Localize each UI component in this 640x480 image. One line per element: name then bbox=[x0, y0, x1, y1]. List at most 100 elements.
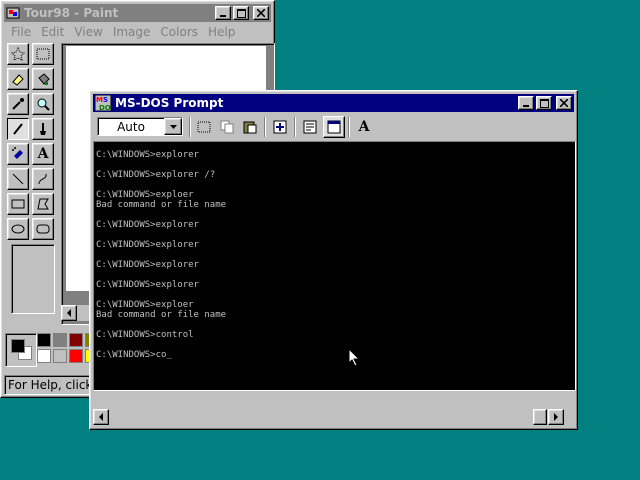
magnifier-icon bbox=[37, 98, 50, 111]
rectangle-tool[interactable] bbox=[7, 193, 29, 215]
console-line: Bad command or file name bbox=[96, 200, 227, 210]
airbrush-icon bbox=[12, 147, 23, 159]
msdos-window[interactable]: M S DOS MS-DOS Prompt Auto bbox=[89, 90, 578, 430]
dos-hscrollbar[interactable] bbox=[93, 409, 576, 425]
paint-titlebar[interactable]: Tour98 - Paint bbox=[4, 4, 271, 22]
properties-icon bbox=[303, 120, 317, 134]
paste-button[interactable] bbox=[239, 116, 261, 138]
menu-help[interactable]: Help bbox=[203, 25, 240, 39]
dos-console[interactable]: C:\WINDOWS>explorer C:\WINDOWS>explorer … bbox=[93, 141, 576, 391]
copy-icon bbox=[220, 120, 234, 134]
mark-select-icon bbox=[197, 121, 211, 133]
curve-tool[interactable] bbox=[32, 168, 54, 190]
rounded-rect-tool[interactable] bbox=[32, 218, 54, 240]
svg-text:DOS: DOS bbox=[99, 104, 111, 111]
menu-colors[interactable]: Colors bbox=[155, 25, 203, 39]
fill-tool[interactable] bbox=[32, 68, 54, 90]
maximize-icon bbox=[236, 8, 246, 18]
arrow-right-icon bbox=[554, 413, 558, 421]
toolbar-separator bbox=[189, 117, 191, 137]
font-size-dropdown-button[interactable] bbox=[164, 118, 182, 135]
msdos-app-icon: M S DOS bbox=[95, 95, 111, 111]
line-tool[interactable] bbox=[7, 168, 29, 190]
minimize-button[interactable] bbox=[518, 96, 534, 110]
scroll-right-button[interactable] bbox=[548, 409, 564, 425]
line-icon bbox=[12, 173, 24, 185]
paint-bucket-icon bbox=[38, 73, 50, 85]
close-icon bbox=[560, 99, 568, 107]
free-select-tool[interactable] bbox=[7, 43, 29, 65]
full-screen-button[interactable] bbox=[269, 116, 291, 138]
palette-swatch-silver[interactable] bbox=[53, 349, 67, 363]
star-select-icon bbox=[11, 47, 25, 61]
airbrush-tool[interactable] bbox=[7, 143, 29, 165]
mark-button[interactable] bbox=[193, 116, 215, 138]
scroll-left-button[interactable] bbox=[61, 305, 77, 321]
minimize-icon bbox=[220, 15, 226, 17]
console-line: C:\WINDOWS>exploer bbox=[96, 300, 194, 310]
font-size-select[interactable]: Auto bbox=[97, 117, 183, 136]
paint-app-icon bbox=[6, 7, 20, 19]
rounded-rect-icon bbox=[36, 224, 50, 234]
maximize-button[interactable] bbox=[536, 96, 552, 110]
console-line: C:\WINDOWS>explorer bbox=[96, 220, 199, 230]
eraser-tool[interactable] bbox=[7, 68, 29, 90]
palette-swatch-black[interactable] bbox=[37, 333, 51, 347]
font-button[interactable]: A bbox=[353, 116, 375, 138]
background-icon bbox=[327, 120, 341, 134]
palette-swatch-white[interactable] bbox=[37, 349, 51, 363]
text-tool[interactable]: A bbox=[32, 143, 54, 165]
minimize-button[interactable] bbox=[215, 6, 231, 20]
menu-file[interactable]: File bbox=[6, 25, 36, 39]
paint-menubar: File Edit View Image Colors Help bbox=[4, 22, 271, 41]
console-line: C:\WINDOWS>explorer bbox=[96, 280, 199, 290]
close-button[interactable] bbox=[556, 96, 572, 110]
menu-image[interactable]: Image bbox=[108, 25, 156, 39]
rect-select-tool[interactable] bbox=[32, 43, 54, 65]
svg-text:M: M bbox=[96, 96, 103, 104]
palette-swatch-red[interactable] bbox=[69, 349, 83, 363]
menu-edit[interactable]: Edit bbox=[36, 25, 69, 39]
maximize-button[interactable] bbox=[233, 6, 249, 20]
msdos-titlebar[interactable]: M S DOS MS-DOS Prompt bbox=[93, 94, 574, 112]
ellipse-tool[interactable] bbox=[7, 218, 29, 240]
tool-options-box[interactable] bbox=[11, 244, 55, 314]
copy-button[interactable] bbox=[216, 116, 238, 138]
foreground-color-swatch bbox=[11, 339, 25, 353]
pencil-tool[interactable] bbox=[7, 118, 29, 140]
brush-icon bbox=[40, 123, 46, 135]
eraser-icon bbox=[12, 74, 24, 86]
curve-icon bbox=[38, 173, 47, 185]
scroll-thumb[interactable] bbox=[533, 409, 547, 425]
msdos-window-title: MS-DOS Prompt bbox=[115, 96, 224, 110]
polygon-tool[interactable] bbox=[32, 193, 54, 215]
magnifier-tool[interactable] bbox=[32, 93, 54, 115]
brush-tool[interactable] bbox=[32, 118, 54, 140]
polygon-icon bbox=[37, 198, 49, 210]
pick-color-tool[interactable] bbox=[7, 93, 29, 115]
properties-button[interactable] bbox=[299, 116, 321, 138]
text-a-icon: A bbox=[37, 146, 49, 162]
palette-swatch-maroon[interactable] bbox=[69, 333, 83, 347]
pencil-icon bbox=[13, 123, 23, 135]
toolbar-separator bbox=[264, 117, 266, 137]
close-icon bbox=[257, 9, 265, 17]
menu-view[interactable]: View bbox=[69, 25, 107, 39]
minimize-icon bbox=[523, 105, 529, 107]
chevron-down-icon bbox=[169, 124, 177, 129]
palette-swatch-gray[interactable] bbox=[53, 333, 67, 347]
console-line: C:\WINDOWS>explorer bbox=[96, 150, 199, 160]
current-colors[interactable] bbox=[5, 333, 37, 367]
background-button[interactable] bbox=[323, 116, 345, 138]
eyedropper-icon bbox=[12, 98, 24, 110]
mouse-pointer-icon bbox=[348, 348, 361, 367]
close-button[interactable] bbox=[253, 6, 269, 20]
console-line: C:\WINDOWS>explorer bbox=[96, 260, 199, 270]
console-line: Bad command or file name bbox=[96, 310, 227, 320]
scroll-left-button[interactable] bbox=[93, 409, 109, 425]
console-line: C:\WINDOWS>explorer bbox=[96, 240, 199, 250]
